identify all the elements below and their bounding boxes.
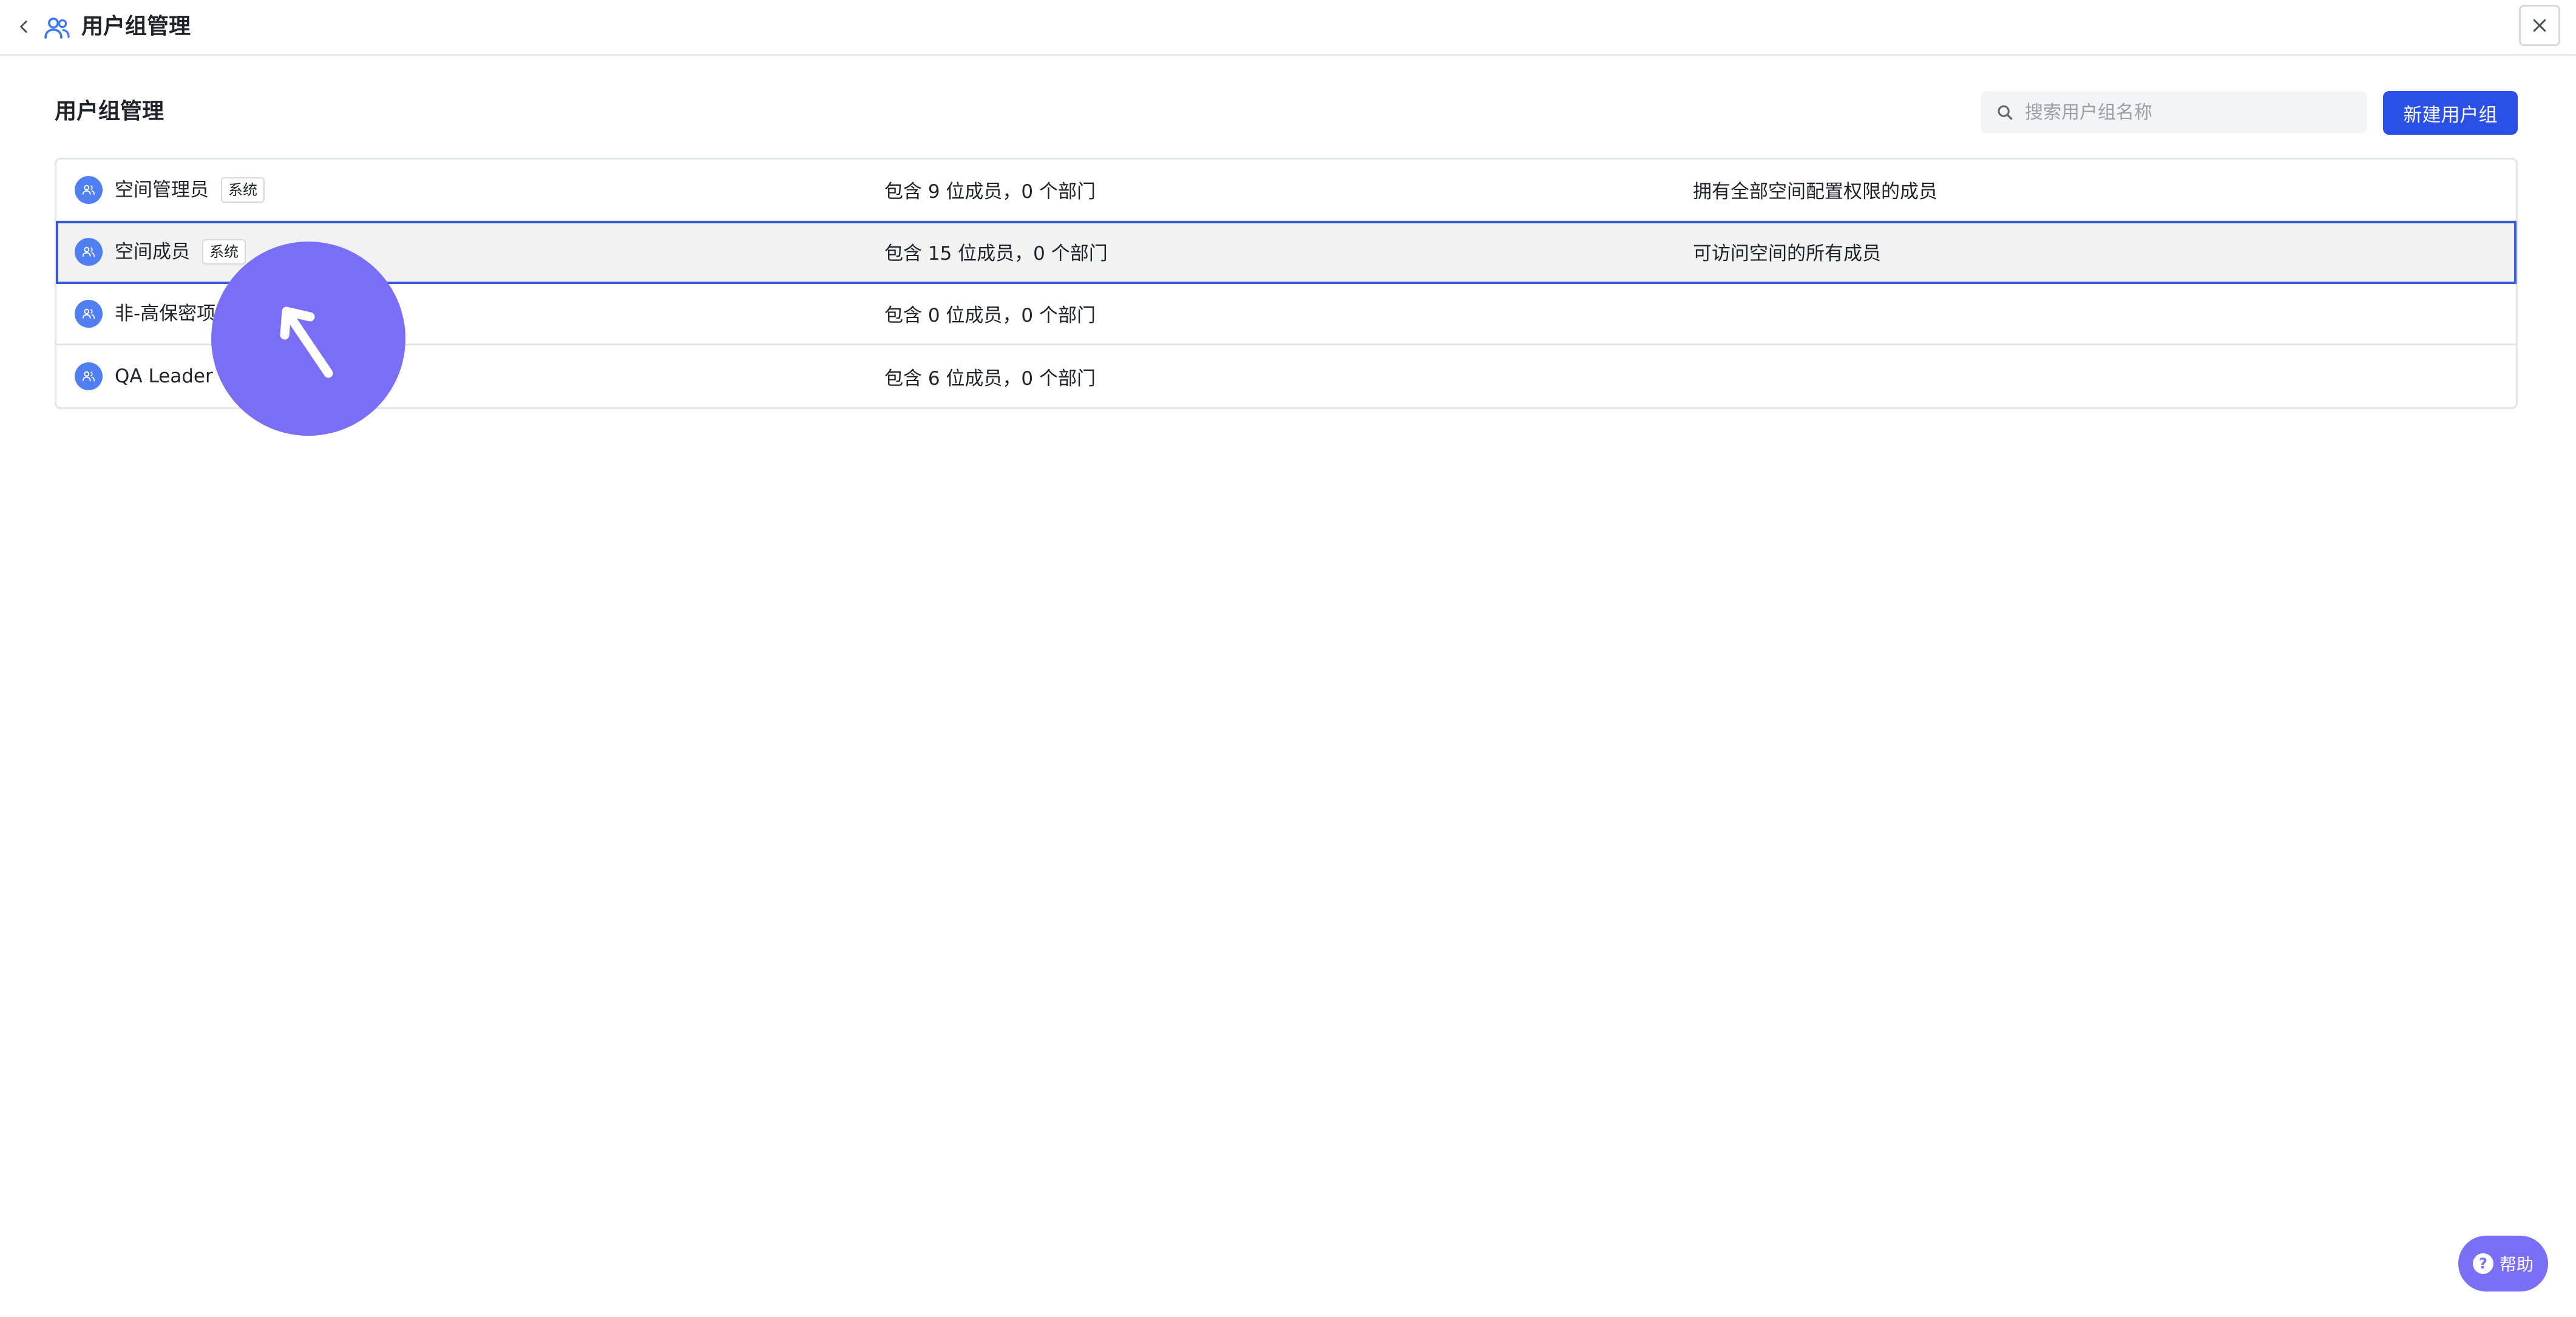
system-tag: 系统 bbox=[221, 177, 265, 203]
help-button[interactable]: ? 帮助 bbox=[2458, 1236, 2548, 1292]
help-label: 帮助 bbox=[2499, 1254, 2534, 1275]
group-name-cell: 空间管理员 系统 bbox=[75, 160, 265, 220]
group-name-cell: 非-高保密项 bbox=[75, 283, 215, 344]
group-description: 可访问空间的所有成员 bbox=[1693, 243, 1881, 265]
user-group-avatar-icon bbox=[75, 362, 103, 390]
group-name: QA Leader bbox=[115, 365, 213, 387]
table-row[interactable]: QA Leader 包含 6 位成员，0 个部门 bbox=[56, 345, 2516, 407]
search-input[interactable] bbox=[2024, 101, 2364, 124]
user-group-avatar-icon bbox=[75, 175, 103, 204]
cursor-highlight bbox=[211, 242, 405, 436]
table-row[interactable]: 空间成员 系统 包含 15 位成员，0 个部门 可访问空间的所有成员 bbox=[56, 221, 2517, 284]
system-tag: 系统 bbox=[202, 239, 246, 265]
group-name: 非-高保密项 bbox=[115, 302, 216, 325]
user-group-icon bbox=[44, 18, 70, 39]
back-button[interactable] bbox=[12, 15, 36, 39]
member-count: 包含 15 位成员，0 个部门 bbox=[884, 243, 1108, 265]
search-box[interactable] bbox=[1981, 91, 2367, 134]
section-title: 用户组管理 bbox=[55, 99, 164, 124]
table-row[interactable]: 空间管理员 系统 包含 9 位成员，0 个部门 拥有全部空间配置权限的成员 bbox=[56, 160, 2516, 222]
member-count: 包含 9 位成员，0 个部门 bbox=[884, 181, 1096, 203]
new-user-group-button[interactable]: 新建用户组 bbox=[2383, 91, 2518, 135]
user-group-table: 空间管理员 系统 包含 9 位成员，0 个部门 拥有全部空间配置权限的成员 空间… bbox=[55, 158, 2518, 409]
table-row[interactable]: 非-高保密项 包含 0 位成员，0 个部门 bbox=[56, 283, 2516, 345]
group-name-cell: 空间成员 系统 bbox=[75, 222, 246, 282]
user-group-avatar-icon bbox=[75, 299, 103, 328]
close-icon bbox=[2533, 19, 2546, 32]
chevron-left-icon bbox=[20, 20, 27, 33]
member-count: 包含 0 位成员，0 个部门 bbox=[884, 305, 1096, 327]
user-group-avatar-icon bbox=[75, 237, 103, 266]
group-name: 空间管理员 bbox=[115, 178, 209, 201]
close-button[interactable] bbox=[2519, 5, 2560, 46]
group-name: 空间成员 bbox=[115, 240, 190, 263]
group-description: 拥有全部空间配置权限的成员 bbox=[1693, 181, 1937, 203]
page-title: 用户组管理 bbox=[81, 14, 191, 39]
group-name-cell: QA Leader bbox=[75, 345, 213, 407]
member-count: 包含 6 位成员，0 个部门 bbox=[884, 367, 1096, 390]
search-icon bbox=[1998, 105, 2013, 120]
help-icon: ? bbox=[2472, 1253, 2493, 1274]
arrow-pointer-icon bbox=[280, 306, 333, 378]
top-bar: 用户组管理 bbox=[0, 0, 2576, 56]
